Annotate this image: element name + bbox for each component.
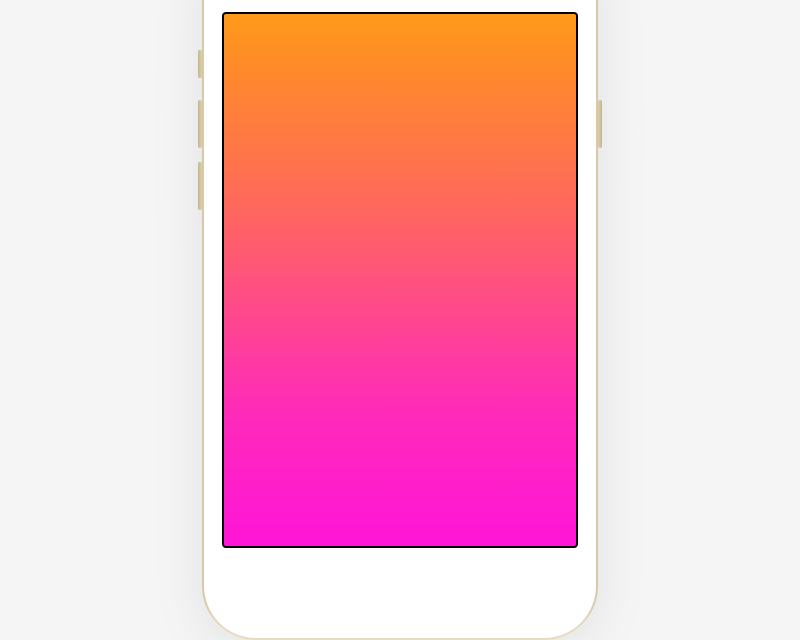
silence-switch bbox=[198, 50, 202, 78]
volume-down-button bbox=[198, 162, 202, 210]
power-button bbox=[598, 100, 602, 148]
volume-up-button bbox=[198, 100, 202, 148]
phone-mockup bbox=[202, 0, 598, 640]
screen-gradient-wallpaper bbox=[224, 14, 576, 546]
phone-body bbox=[204, 0, 596, 638]
phone-edge bbox=[202, 0, 598, 640]
screen-border bbox=[222, 12, 578, 548]
